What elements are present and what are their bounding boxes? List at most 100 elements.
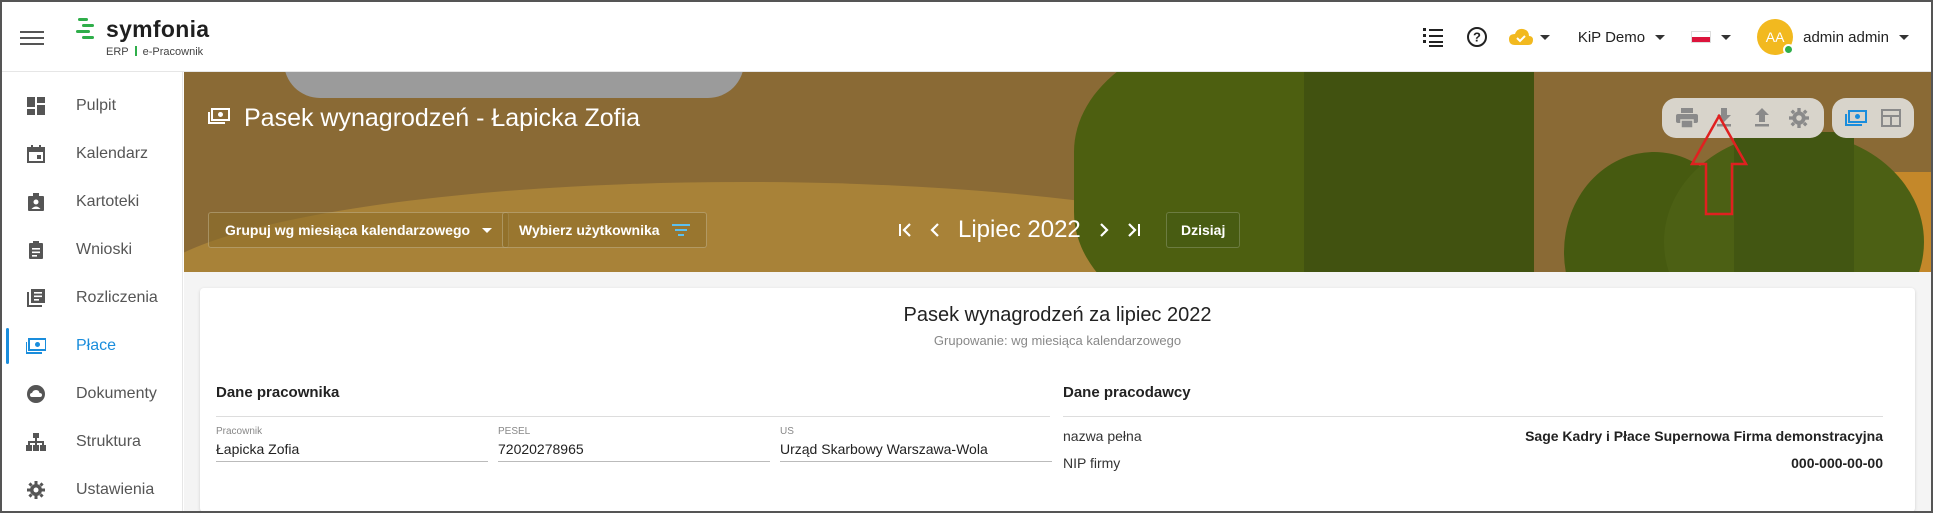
field-value: Urząd Skarbowy Warszawa-Wola [780, 441, 988, 457]
logo-name: symfonia [106, 16, 210, 42]
hamburger-menu-icon[interactable] [20, 27, 44, 47]
current-period: Lipiec 2022 [958, 216, 1081, 243]
employer-key: NIP firmy [1063, 455, 1121, 471]
divider [1063, 416, 1883, 417]
employee-section-title: Dane pracownika [216, 384, 340, 401]
employer-section-title: Dane pracodawcy [1063, 384, 1191, 401]
sidebar-item-label: Struktura [76, 433, 141, 450]
sidebar-item-wnioski[interactable]: Wnioski [2, 226, 182, 274]
clipboard-icon [26, 240, 46, 260]
page-title-text: Pasek wynagrodzeń - Łapicka Zofia [244, 104, 641, 132]
page-title: Pasek wynagrodzeń - Łapicka Zofia [208, 104, 640, 133]
money-icon [26, 336, 46, 356]
group-by-label: Grupuj wg miesiąca kalendarzowego [225, 222, 471, 238]
sidebar-item-label: Kartoteki [76, 193, 140, 210]
employer-row: nazwa pełna Sage Kadry i Płace Supernowa… [1063, 428, 1883, 450]
sidebar-item-label: Wnioski [76, 241, 133, 258]
employer-key: nazwa pełna [1063, 428, 1142, 444]
divider [216, 416, 1050, 417]
field-label: PESEL [498, 426, 531, 437]
field-value: 72020278965 [498, 441, 584, 457]
avatar-initials: AA [1765, 29, 1785, 45]
today-button[interactable]: Dzisiaj [1166, 212, 1241, 248]
logo-module: e-Pracownik [142, 46, 204, 58]
top-bar: symfonia ERP e-Pracownik ? KiP Demo AA ad… [2, 2, 1931, 72]
company-selector[interactable]: KiP Demo [1577, 28, 1666, 46]
org-chart-icon [26, 432, 46, 452]
view-toggle-toolbar [1832, 98, 1914, 138]
money-icon [208, 107, 230, 130]
sidebar-item-label: Rozliczenia [76, 289, 158, 306]
sidebar-item-label: Dokumenty [76, 385, 157, 402]
sidebar-item-struktura[interactable]: Struktura [2, 418, 182, 466]
employer-row: NIP firmy 000-000-00-00 [1063, 455, 1883, 477]
settings-icon[interactable] [1786, 105, 1812, 131]
payslip-subtitle: Grupowanie: wg miesiąca kalendarzowego [933, 333, 1182, 348]
first-period-icon[interactable] [890, 215, 920, 245]
app-window: symfonia ERP e-Pracownik ? KiP Demo AA ad… [0, 0, 1933, 513]
sidebar-item-rozliczenia[interactable]: Rozliczenia [2, 274, 182, 322]
app-logo[interactable]: symfonia ERP e-Pracownik [76, 16, 276, 60]
employee-name-field[interactable]: Pracownik Łapicka Zofia [216, 424, 488, 462]
id-badge-icon [26, 192, 46, 212]
previous-period-icon[interactable] [920, 215, 950, 245]
employer-value: 000-000-00-00 [1791, 455, 1883, 471]
main-content: Pasek wynagrodzeń za lipiec 2022 Grupowa… [184, 272, 1931, 511]
sidebar-item-label: Ustawienia [76, 481, 155, 498]
language-selector[interactable] [1691, 31, 1732, 43]
chevron-down-icon [482, 227, 493, 233]
page-header-banner: Pasek wynagrodzeń - Łapicka Zofia Grupuj… [184, 72, 1931, 272]
cloud-status-icon[interactable] [1506, 22, 1552, 52]
logo-erp: ERP [106, 46, 129, 58]
gear-icon [26, 480, 46, 500]
payslip-view-icon[interactable] [1843, 105, 1869, 131]
field-label: US [780, 426, 794, 437]
sidebar-item-pulpit[interactable]: Pulpit [2, 82, 182, 130]
calendar-icon [26, 144, 46, 164]
annotation-arrow-icon [1690, 114, 1748, 216]
period-navigator: Lipiec 2022 [890, 212, 1149, 248]
cloud-icon [26, 384, 46, 404]
sidebar-item-dokumenty[interactable]: Dokumenty [2, 370, 182, 418]
sidebar-item-kalendarz[interactable]: Kalendarz [2, 130, 182, 178]
banner-decoration [284, 72, 744, 98]
tax-office-field[interactable]: US Urząd Skarbowy Warszawa-Wola [780, 424, 1052, 462]
sidebar: Pulpit Kalendarz Kartoteki Wnioski Rozli… [2, 72, 183, 511]
company-name: KiP Demo [1577, 28, 1646, 46]
sidebar-item-label: Kalendarz [76, 145, 149, 162]
banner-decoration [1304, 72, 1534, 272]
sidebar-item-label: Pulpit [76, 97, 117, 114]
upload-icon[interactable] [1749, 105, 1775, 131]
payslip-title: Pasek wynagrodzeń za lipiec 2022 [903, 304, 1212, 326]
last-period-icon[interactable] [1119, 215, 1149, 245]
symfonia-logo-icon [76, 18, 96, 40]
language-flag-icon [1691, 31, 1712, 43]
dashboard-icon [26, 96, 46, 116]
svg-text:?: ? [1473, 30, 1481, 45]
select-user-button[interactable]: Wybierz użytkownika [502, 212, 707, 248]
sidebar-item-ustawienia[interactable]: Ustawienia [2, 466, 182, 511]
sidebar-item-kartoteki[interactable]: Kartoteki [2, 178, 182, 226]
document-list-icon [26, 288, 46, 308]
next-period-icon[interactable] [1089, 215, 1119, 245]
group-by-month-button[interactable]: Grupuj wg miesiąca kalendarzowego [208, 212, 510, 248]
sidebar-item-place[interactable]: Płace [2, 322, 182, 370]
list-icon[interactable] [1418, 22, 1448, 52]
user-menu[interactable]: AA admin admin [1757, 19, 1909, 55]
user-name: admin admin [1803, 28, 1889, 46]
sidebar-item-label: Płace [76, 337, 117, 354]
topbar-actions: ? KiP Demo AA admin admin [1404, 16, 1909, 58]
employer-value: Sage Kadry i Płace Supernowa Firma demon… [1525, 428, 1883, 444]
online-status-icon [1783, 44, 1795, 55]
help-icon[interactable]: ? [1462, 22, 1492, 52]
chevron-down-icon [1899, 34, 1909, 40]
payslip-card: Pasek wynagrodzeń za lipiec 2022 Grupowa… [200, 288, 1915, 511]
chevron-down-icon [1655, 34, 1666, 40]
field-value: Łapicka Zofia [216, 441, 300, 457]
filter-icon [671, 224, 690, 236]
pesel-field[interactable]: PESEL 72020278965 [498, 424, 770, 462]
field-label: Pracownik [216, 426, 263, 437]
avatar: AA [1757, 19, 1795, 55]
banner-decoration [1734, 132, 1854, 272]
table-view-icon[interactable] [1878, 105, 1904, 131]
